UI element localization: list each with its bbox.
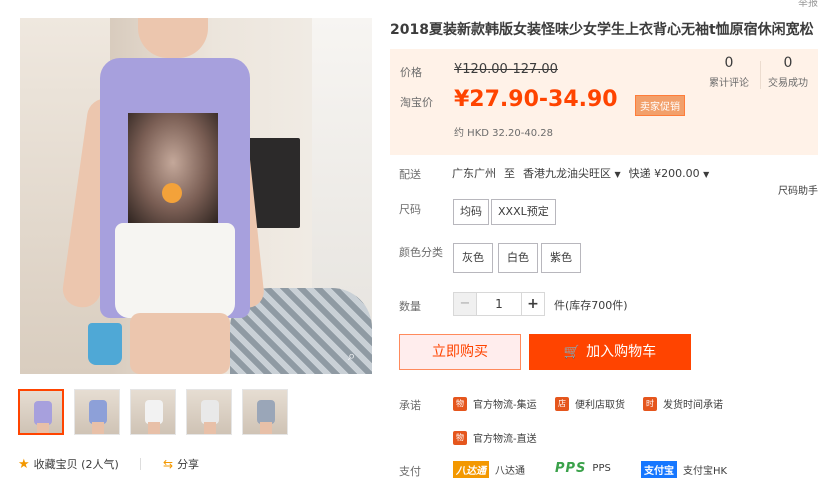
ship-to-connector: 至: [504, 167, 515, 180]
share-button[interactable]: ⇆ 分享: [163, 456, 199, 472]
share-label: 分享: [177, 458, 200, 471]
stock-info: 件(库存700件): [554, 299, 628, 312]
thumbnail-legs: [148, 422, 160, 434]
promise-text: 官方物流-集运: [473, 400, 537, 411]
promo-badge[interactable]: 卖家促销: [635, 95, 685, 116]
size-option[interactable]: 均码: [453, 199, 489, 225]
main-product-image[interactable]: ⌕: [20, 18, 372, 374]
sales-count: 0 交易成功: [758, 55, 818, 89]
taobao-price-label: 淘宝价: [400, 96, 433, 109]
thumbnail[interactable]: [18, 389, 64, 435]
share-icon: ⇆: [163, 457, 174, 471]
review-count-value: 0: [724, 55, 734, 71]
thumbnail[interactable]: [242, 389, 288, 435]
report-link[interactable]: 举报: [798, 0, 818, 9]
thumbnail[interactable]: [186, 389, 232, 435]
payment-name: 支付宝HK: [683, 466, 728, 477]
thumbnail-garment: [201, 400, 219, 424]
thumbnail-garment: [34, 401, 52, 425]
promise-label: 承诺: [399, 399, 421, 412]
thumbnail-legs: [204, 422, 216, 434]
quantity-increase-button[interactable]: +: [521, 292, 545, 316]
logistics-icon: 物: [453, 396, 467, 411]
quantity-label: 数量: [399, 300, 421, 313]
thumbnail[interactable]: [74, 389, 120, 435]
review-count-label: 累计评论: [709, 78, 749, 89]
thumbnail-garment: [89, 400, 107, 424]
payment-label: 支付: [399, 465, 421, 478]
store-pickup-icon: 店: [555, 396, 569, 411]
divider: [140, 458, 141, 470]
ship-destination: 香港九龙油尖旺区: [523, 167, 611, 180]
color-option[interactable]: 白色: [498, 243, 538, 273]
logistics-icon: 物: [453, 430, 467, 445]
payment-name: 八达通: [495, 466, 525, 477]
star-icon: ★: [18, 456, 30, 472]
quantity-input[interactable]: 1: [477, 292, 521, 316]
hkd-price: 约 HKD 32.20-40.28: [454, 128, 553, 139]
photo-model-legs: [130, 313, 230, 374]
promise-item[interactable]: 物 官方物流-集运: [453, 396, 537, 411]
thumbnail[interactable]: [130, 389, 176, 435]
pps-logo: PPS: [555, 461, 587, 476]
product-title: 2018夏装新款韩版女装怪味少女学生上衣背心无袖t恤原宿休闲宽松: [390, 22, 814, 38]
alipay-logo: 支付宝: [641, 461, 677, 478]
octopus-logo: 八达通: [453, 461, 489, 478]
payment-method: PPS PPS: [555, 461, 611, 476]
cart-icon: 🛒: [563, 345, 581, 360]
photo-white-shorts: [115, 223, 235, 318]
photo-blue-cup: [88, 323, 122, 365]
color-option[interactable]: 紫色: [541, 243, 581, 273]
thumbnail-garment: [145, 400, 163, 424]
thumbnail-legs: [260, 422, 272, 434]
photo-model-chin: [138, 18, 208, 58]
payment-method: 八达通 八达通: [453, 461, 525, 478]
size-option[interactable]: XXXL预定: [491, 199, 556, 225]
favorite-label: 收藏宝贝 (2人气): [33, 458, 119, 471]
thumbnail-garment: [257, 400, 275, 424]
promise-item[interactable]: 物 官方物流-直送: [453, 430, 537, 445]
payment-name: PPS: [592, 463, 611, 474]
promise-text: 发货时间承诺: [663, 400, 723, 411]
promise-item[interactable]: 店 便利店取货: [555, 396, 625, 411]
thumbnail-legs: [37, 423, 49, 433]
delivery-time-icon: 时: [643, 396, 657, 411]
add-to-cart-label: 加入购物车: [586, 344, 657, 360]
add-to-cart-button[interactable]: 🛒 加入购物车: [529, 334, 691, 370]
quantity-decrease-button[interactable]: −: [453, 292, 477, 316]
size-helper-link[interactable]: 尺码助手: [778, 182, 818, 197]
promise-item[interactable]: 时 发货时间承诺: [643, 396, 723, 411]
zoom-icon[interactable]: ⌕: [348, 350, 362, 364]
review-count[interactable]: 0 累计评论: [699, 55, 759, 89]
express-fee: 快递 ¥200.00: [628, 167, 700, 180]
express-select[interactable]: 快递 ¥200.00 ▼: [629, 165, 710, 181]
sales-count-value: 0: [783, 55, 793, 71]
ship-destination-select[interactable]: 香港九龙油尖旺区 ▼: [523, 165, 621, 181]
original-price-label: 价格: [400, 66, 422, 79]
original-price: ¥120.00-127.00: [454, 62, 558, 77]
color-option[interactable]: 灰色: [453, 243, 493, 273]
payment-method: 支付宝 支付宝HK: [641, 461, 727, 478]
favorite-button[interactable]: ★ 收藏宝贝 (2人气): [18, 456, 119, 472]
price-panel: 价格 ¥120.00-127.00 淘宝价 ¥27.90-34.90 卖家促销 …: [390, 49, 818, 155]
photo-shirt-print: [128, 113, 218, 223]
thumbnail-legs: [92, 422, 104, 434]
buy-now-button[interactable]: 立即购买: [399, 334, 521, 370]
chevron-down-icon: ▼: [614, 170, 621, 179]
color-label: 颜色分类: [399, 246, 443, 259]
shipping-label: 配送: [399, 168, 421, 181]
promise-text: 官方物流-直送: [473, 434, 537, 445]
photo-print-flower: [162, 183, 182, 203]
thumbnail-strip: [18, 389, 288, 435]
size-label: 尺码: [399, 203, 421, 216]
sales-count-label: 交易成功: [768, 78, 808, 89]
chevron-down-icon: ▼: [703, 170, 710, 179]
ship-from: 广东广州: [452, 167, 496, 180]
taobao-price: ¥27.90-34.90: [454, 87, 618, 112]
promise-text: 便利店取货: [575, 400, 625, 411]
shipping-row: 广东广州 香港九龙油尖旺区 至 香港九龙油尖旺区 ▼ 快递 ¥200.00 ▼: [452, 165, 709, 181]
